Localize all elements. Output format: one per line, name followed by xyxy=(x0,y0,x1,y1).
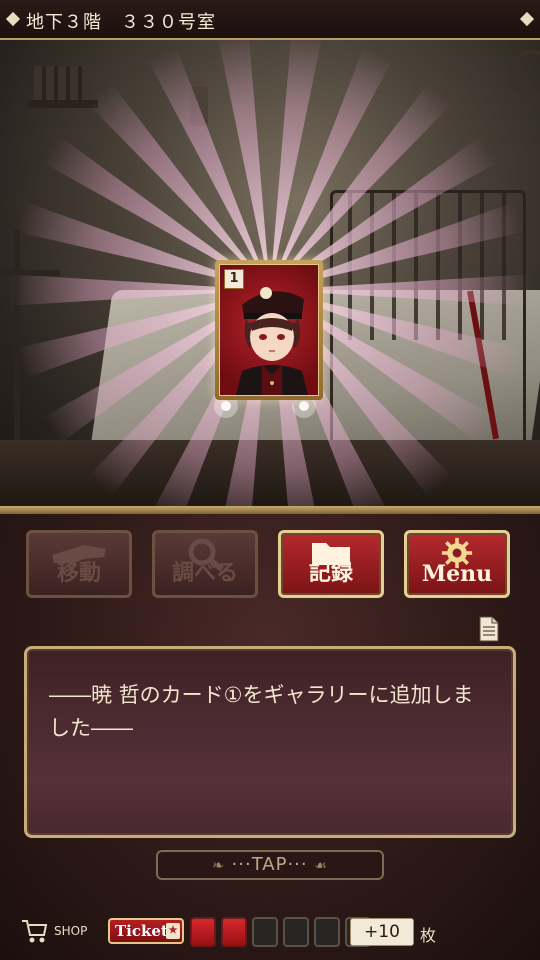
game-screen: 地下３階 ３３０号室 1 移動 調べる 記録 Menu ――暁 哲のカード①をギ… xyxy=(0,0,540,960)
card-face: 1 xyxy=(219,264,319,396)
left-ornament-icon: ❧ xyxy=(212,858,225,874)
right-ornament-icon: ☙ xyxy=(314,858,328,874)
examine-button[interactable]: 調べる xyxy=(152,530,258,598)
panel-border xyxy=(0,506,540,514)
record-button[interactable]: 記録 xyxy=(278,530,384,598)
move-button[interactable]: 移動 xyxy=(26,530,132,598)
examine-label: 調べる xyxy=(171,560,238,586)
move-label: 移動 xyxy=(56,560,101,586)
ticket-slot-filled xyxy=(190,917,216,947)
ticket-slot-filled xyxy=(221,917,247,947)
ticket-label: Ticket xyxy=(115,922,168,940)
location-bar: 地下３階 ３３０号室 xyxy=(0,0,540,40)
menu-label: Menu xyxy=(421,561,493,587)
character-card[interactable]: 1 xyxy=(215,260,323,400)
message-box[interactable]: ――暁 哲のカード①をギャラリーに追加しました―― xyxy=(24,646,516,838)
plus-ten-button[interactable]: +10 xyxy=(350,918,414,946)
diamond-ornament-left xyxy=(5,11,21,27)
message-text: ――暁 哲のカード①をギャラリーに追加しました―― xyxy=(49,683,474,740)
ticket-slot-empty xyxy=(252,917,278,947)
unit-label: 枚 xyxy=(420,926,437,945)
location-title: 地下３階 ３３０号室 xyxy=(26,12,216,33)
star-icon: ★ xyxy=(166,923,180,939)
ticket-badge[interactable]: Ticket ★ xyxy=(108,918,184,944)
tap-label: ···TAP··· xyxy=(231,854,308,875)
light-ray xyxy=(218,40,270,290)
menu-button[interactable]: Menu xyxy=(404,530,510,598)
diamond-ornament-right xyxy=(519,11,535,27)
character-portrait xyxy=(236,287,308,395)
record-label: 記録 xyxy=(308,560,353,586)
tap-prompt[interactable]: ❧ ···TAP··· ☙ xyxy=(156,850,384,880)
ticket-slot-empty xyxy=(314,917,340,947)
ticket-slot-empty xyxy=(283,917,309,947)
light-ray xyxy=(270,40,322,290)
shop-label: SHOP xyxy=(54,924,88,938)
room-scene[interactable]: 1 xyxy=(0,40,540,506)
log-document-icon[interactable] xyxy=(479,616,499,642)
shop-button[interactable]: SHOP xyxy=(20,918,92,946)
cart-icon xyxy=(22,920,48,943)
